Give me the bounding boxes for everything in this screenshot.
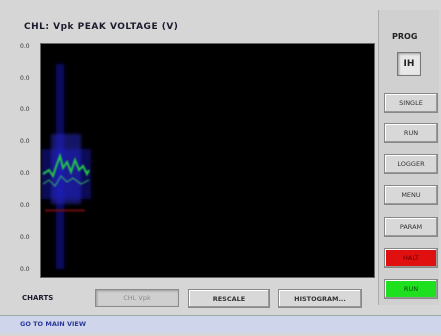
charts-label: CHARTS [22,294,54,302]
run-button[interactable]: RUN [384,123,438,143]
y-tick-label: 0.0 [20,75,30,82]
single-button[interactable]: SINGLE [384,93,438,113]
halt-button[interactable]: HALT [384,248,438,268]
status-bar[interactable]: GO TO MAIN VIEW [0,315,441,333]
y-tick-label: 0.0 [20,202,30,209]
y-tick-label: 0.0 [20,266,30,273]
y-tick-label: 0.0 [20,43,30,50]
menu-button[interactable]: MENU [384,185,438,205]
prog-indicator[interactable]: IH [397,52,421,76]
run-green-button[interactable]: RUN [384,279,438,299]
prog-label: PROG [392,32,418,41]
channel-field[interactable]: CHL Vpk [95,289,179,307]
param-button[interactable]: PARAM [384,217,438,237]
logger-button[interactable]: LOGGER [384,154,438,174]
red-baseline-mark [45,209,85,212]
plot-area[interactable] [40,43,375,278]
rescale-button[interactable]: RESCALE [188,289,270,308]
status-text[interactable]: GO TO MAIN VIEW [20,320,86,328]
instrument-window: CHL: Vpk PEAK VOLTAGE (V) 0.0 0.0 0.0 0.… [0,0,441,336]
y-tick-label: 0.0 [20,234,30,241]
signal-trace-graphic [41,64,91,269]
chart-title: CHL: Vpk PEAK VOLTAGE (V) [24,22,179,32]
y-tick-label: 0.0 [20,170,30,177]
y-tick-label: 0.0 [20,106,30,113]
y-tick-label: 0.0 [20,138,30,145]
histogram-button[interactable]: HISTOGRAM... [278,289,362,308]
